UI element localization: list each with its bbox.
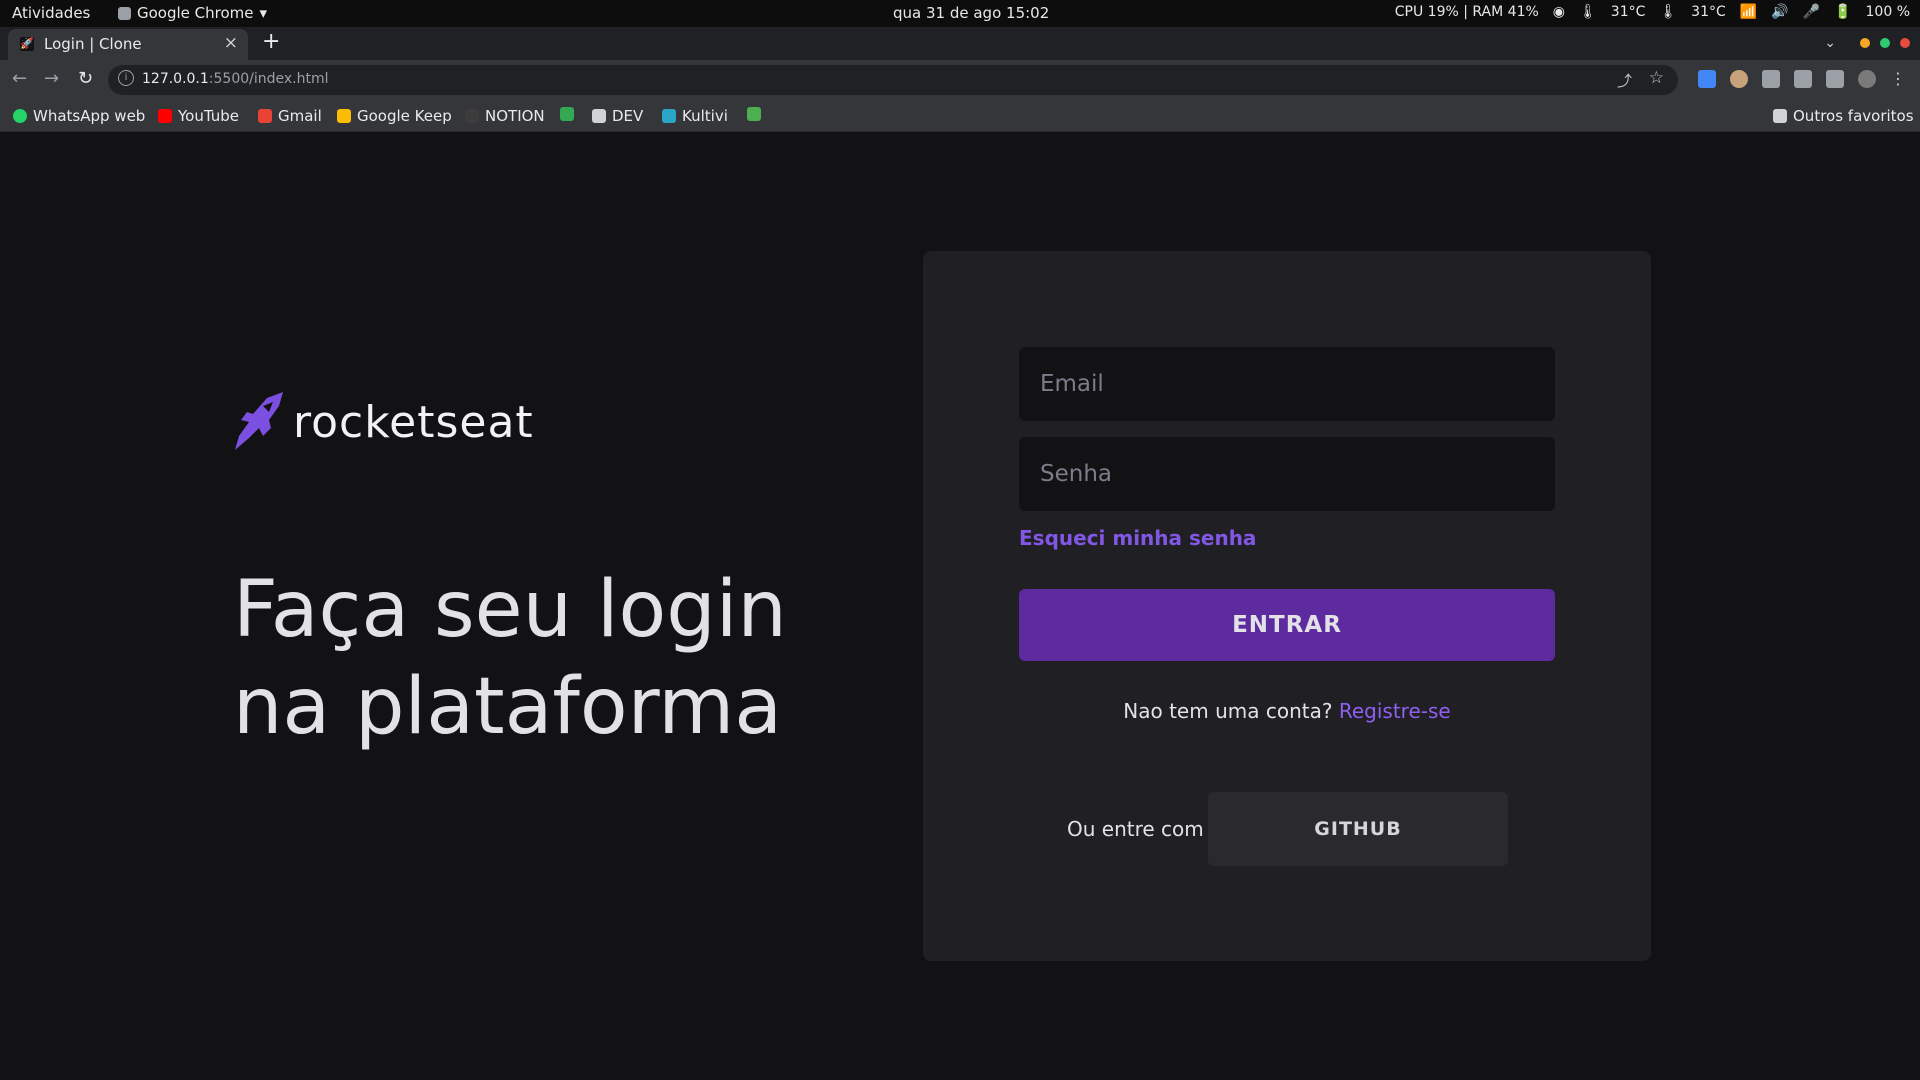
login-page: rocketseat Faça seu login na plataforma … — [0, 132, 1920, 1080]
battery-icon[interactable]: 🔋 — [1834, 4, 1851, 20]
logo-wordmark: rocketseat — [293, 396, 534, 448]
forward-arrow-icon[interactable]: → — [44, 68, 59, 89]
google-keep-icon — [337, 109, 351, 123]
forgot-password-link[interactable]: Esqueci minha senha — [1019, 526, 1256, 550]
bookmark-notion[interactable]: NOTION — [465, 107, 545, 125]
app-menu[interactable]: Google Chrome ▾ — [118, 4, 267, 22]
bookmark-label: Outros favoritos — [1793, 107, 1914, 125]
clock[interactable]: qua 31 de ago 15:02 — [893, 4, 1049, 22]
discord-icon[interactable]: ◉ — [1553, 4, 1565, 20]
browser-toolbar: ← → ↻ i 127.0.0.1:5500/index.html ⤴ ☆ ⋮ — [0, 60, 1920, 99]
bookmark-label: DEV — [612, 107, 644, 125]
reload-icon[interactable]: ↻ — [78, 68, 93, 89]
url-text[interactable]: 127.0.0.1:5500/index.html — [142, 71, 329, 87]
bookmark-extra[interactable] — [747, 107, 761, 121]
rocketseat-logo: rocketseat — [233, 392, 534, 452]
rocket-logo-icon — [235, 392, 283, 450]
maximize-button[interactable] — [1880, 38, 1890, 48]
youtube-icon — [158, 109, 172, 123]
email-input[interactable] — [1019, 347, 1555, 421]
translate-icon[interactable] — [1698, 69, 1716, 88]
bookmark-label: YouTube — [178, 107, 239, 125]
bookmarks-bar: WhatsApp web YouTube Gmail Google Keep N… — [0, 99, 1920, 132]
new-tab-button[interactable]: + — [262, 29, 280, 54]
gmail-icon — [258, 109, 272, 123]
whatsapp-icon — [13, 109, 27, 123]
temperature-1: 31°C — [1610, 4, 1646, 20]
volume-icon[interactable]: 🔊 — [1771, 4, 1788, 20]
bookmark-other-folder[interactable]: Outros favoritos — [1773, 107, 1914, 125]
share-icon[interactable]: ⤴ — [1617, 70, 1632, 91]
bookmark-label: WhatsApp web — [33, 107, 146, 125]
page-headline: Faça seu login na plataforma — [233, 562, 787, 756]
caret-down-icon: ▾ — [259, 4, 268, 22]
media-queue-icon[interactable] — [1794, 69, 1812, 88]
bookmark-kultivi[interactable]: Kultivi — [662, 107, 728, 125]
tab-login-clone[interactable]: 🚀 Login | Clone × — [8, 29, 248, 60]
login-card: Esqueci minha senha ENTRAR Nao tem uma c… — [923, 251, 1651, 961]
minimize-button[interactable] — [1860, 38, 1870, 48]
or-login-with-label: Ou entre com — [1067, 817, 1204, 841]
headline-line-2: na plataforma — [233, 662, 783, 752]
login-button[interactable]: ENTRAR — [1019, 589, 1555, 661]
bookmark-label: Google Keep — [357, 107, 452, 125]
chrome-icon — [118, 6, 131, 20]
microphone-icon[interactable]: 🎤 — [1803, 4, 1820, 20]
wifi-icon[interactable]: 📶 — [1740, 4, 1757, 20]
extension-icons: ⋮ — [1698, 69, 1906, 88]
address-bar[interactable]: i 127.0.0.1:5500/index.html ⤴ ☆ — [108, 65, 1678, 95]
thermometer-icon: 🌡 — [1579, 4, 1597, 20]
menu-kebab-icon[interactable]: ⋮ — [1890, 69, 1906, 88]
bookmark-whatsapp[interactable]: WhatsApp web — [13, 107, 145, 125]
bookmark-label: NOTION — [485, 107, 545, 125]
back-arrow-icon[interactable]: ← — [12, 68, 27, 89]
register-prompt: Nao tem uma conta? Registre-se — [923, 699, 1651, 723]
register-link[interactable]: Registre-se — [1339, 699, 1451, 723]
bookmark-gmail[interactable]: Gmail — [258, 107, 322, 125]
bookmark-youtube[interactable]: YouTube — [158, 107, 239, 125]
battery-level: 100 % — [1865, 4, 1910, 20]
temperature-2: 31°C — [1691, 4, 1726, 20]
google-drive-icon — [560, 107, 574, 121]
headline-line-1: Faça seu login — [233, 565, 787, 655]
extensions-puzzle-icon[interactable] — [1762, 69, 1780, 88]
close-window-button[interactable] — [1900, 38, 1910, 48]
bookmark-folder-dev[interactable]: DEV — [592, 107, 643, 125]
password-input[interactable] — [1019, 437, 1555, 511]
tab-strip: 🚀 Login | Clone × + ⌄ — [0, 27, 1920, 60]
kultivi-icon — [662, 109, 676, 123]
cpu-ram-indicator[interactable]: CPU 19% | RAM 41% — [1395, 4, 1539, 20]
profile-avatar[interactable] — [1858, 69, 1876, 88]
github-login-button[interactable]: GITHUB — [1208, 792, 1508, 866]
thermometer-icon: 🌡 — [1659, 4, 1678, 20]
bookmark-label: Gmail — [278, 107, 322, 125]
window-controls: ⌄ — [1824, 35, 1910, 51]
site-info-icon[interactable]: i — [118, 70, 134, 86]
register-prompt-text: Nao tem uma conta? — [1123, 699, 1333, 723]
rocket-favicon-icon: 🚀 — [20, 37, 34, 51]
bookmark-drive[interactable] — [560, 107, 574, 121]
side-panel-icon[interactable] — [1826, 69, 1844, 88]
bookmark-star-icon[interactable]: ☆ — [1649, 68, 1664, 88]
system-tray: CPU 19% | RAM 41% ◉ 🌡 31°C 🌡 31°C 📶 🔊 🎤 … — [1395, 4, 1910, 20]
extension-face-icon[interactable] — [1730, 69, 1748, 88]
url-path: :5500/index.html — [208, 71, 329, 87]
tab-search-chevron-icon[interactable]: ⌄ — [1824, 35, 1836, 51]
bookmark-google-keep[interactable]: Google Keep — [337, 107, 452, 125]
app-name: Google Chrome — [137, 4, 254, 22]
system-top-bar: Atividades Google Chrome ▾ qua 31 de ago… — [0, 0, 1920, 27]
flag-icon — [747, 107, 761, 121]
folder-icon — [592, 109, 606, 123]
close-tab-icon[interactable]: × — [224, 33, 238, 53]
tab-title: Login | Clone — [44, 35, 142, 53]
url-host: 127.0.0.1 — [142, 71, 209, 87]
notion-icon — [465, 109, 479, 123]
bookmark-label: Kultivi — [682, 107, 728, 125]
folder-icon — [1773, 109, 1787, 123]
activities-button[interactable]: Atividades — [12, 4, 90, 22]
